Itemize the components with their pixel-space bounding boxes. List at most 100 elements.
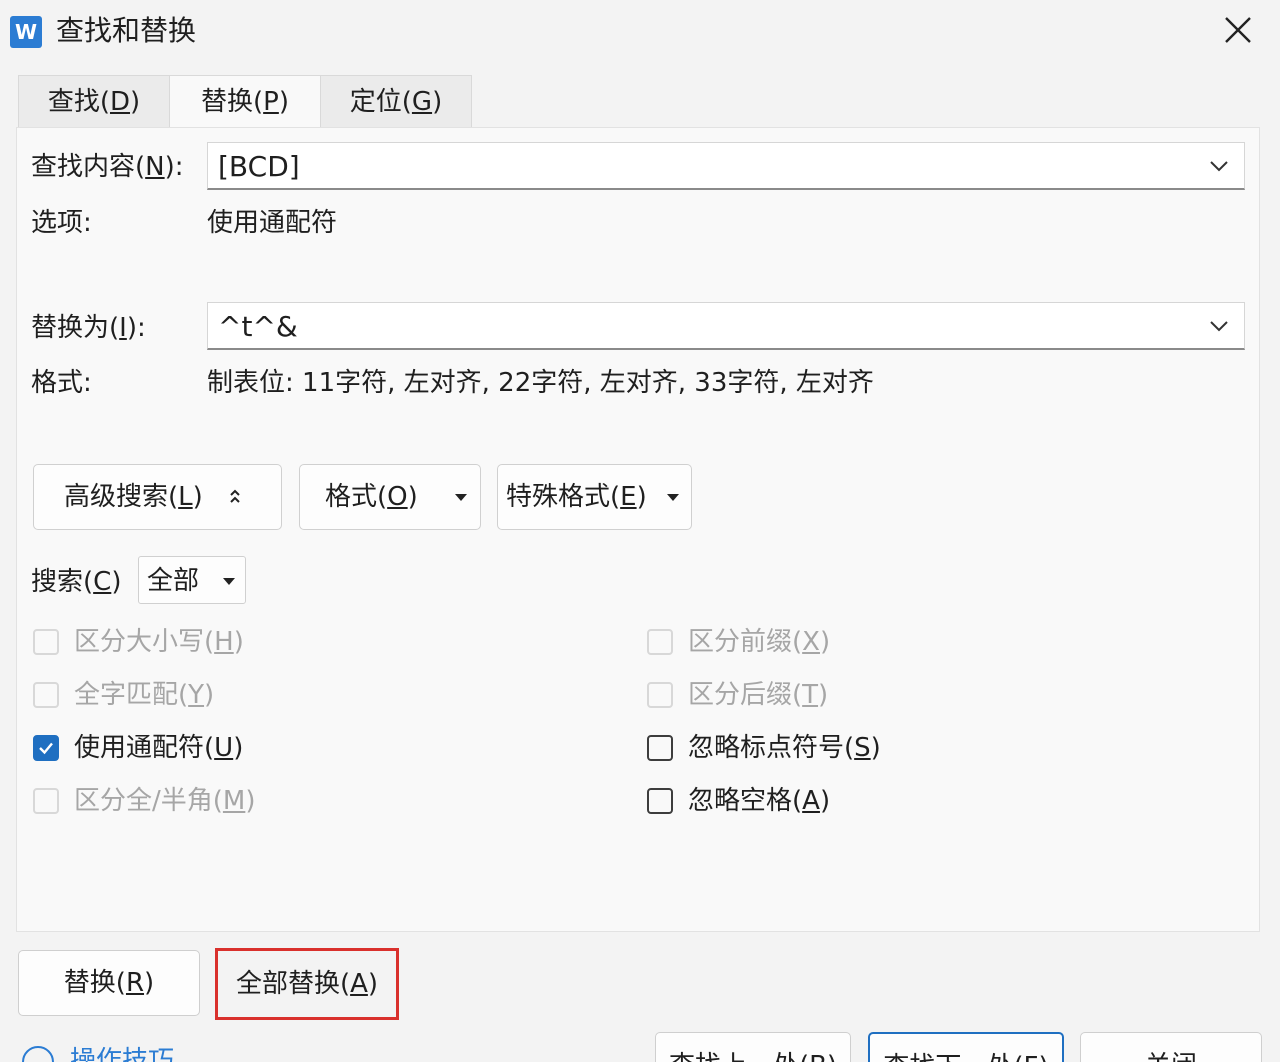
search-scope-select[interactable]: 全部 [138, 556, 246, 604]
match-case-key: H [214, 627, 234, 657]
wildcards-checkbox[interactable] [33, 735, 59, 761]
ignore-punctuation-key: S [854, 733, 871, 763]
ignore-spaces-key: A [802, 786, 820, 816]
find-label-end: ): [164, 152, 184, 182]
find-what-value: [BCD] [218, 150, 300, 183]
format-label: 格式: [31, 368, 92, 398]
caret-down-icon [455, 494, 467, 501]
match-prefix-text: 区分前缀( [688, 627, 803, 657]
wildcards-text: 使用通配符( [74, 733, 215, 763]
find-what-combobox[interactable]: [BCD] [207, 142, 1245, 190]
chevron-down-icon[interactable] [1208, 317, 1230, 335]
format-button-end: ) [407, 482, 418, 512]
collapse-arrows-icon [230, 489, 240, 503]
wildcards-end: ) [233, 733, 244, 763]
match-suffix-checkbox[interactable] [647, 682, 673, 708]
match-case-checkbox[interactable] [33, 629, 59, 655]
replace-button-end: ) [144, 968, 155, 998]
match-suffix-key: T [802, 680, 819, 710]
tab-replace[interactable]: 替换(P) [169, 75, 321, 129]
wildcards-key: U [214, 733, 234, 763]
full-half-width-end: ) [245, 786, 256, 816]
window-title: 查找和替换 [56, 14, 197, 47]
whole-word-text: 全字匹配( [74, 680, 189, 710]
full-half-width-label: 区分全/半角(M) [74, 784, 256, 818]
tips-link[interactable]: 操作技巧 [70, 1040, 174, 1062]
match-case-end: ) [233, 627, 244, 657]
match-prefix-key: X [802, 627, 820, 657]
replace-button-key: R [125, 968, 145, 998]
format-button-text: 格式( [325, 482, 388, 512]
tab-find-label: 查找( [47, 87, 110, 117]
advanced-search-label: 高级搜索(L) [64, 465, 203, 529]
match-prefix-label: 区分前缀(X) [688, 625, 830, 659]
match-prefix-end: ) [819, 627, 831, 657]
find-previous-label: 查找上一处(B) [656, 1045, 850, 1062]
replace-button[interactable]: 替换(R) [18, 950, 200, 1016]
search-label-key: C [93, 567, 112, 597]
match-case-text: 区分大小写( [74, 627, 215, 657]
full-half-width-checkbox[interactable] [33, 788, 59, 814]
full-half-width-key: M [222, 786, 246, 816]
checkmark-icon [39, 742, 53, 755]
close-button-label: 关闭 [1081, 1045, 1261, 1062]
tab-find[interactable]: 查找(D) [18, 75, 170, 128]
find-what-label: 查找内容(N): [31, 150, 184, 184]
advanced-search-key: L [178, 482, 193, 512]
tab-replace-label-end: ) [278, 87, 289, 117]
replace-panel: 查找内容(N): [BCD] 选项: 使用通配符 替换为(I): ^t^& 格式… [16, 127, 1260, 932]
advanced-search-text: 高级搜索( [64, 482, 179, 512]
tips-icon[interactable] [22, 1046, 54, 1062]
tab-goto[interactable]: 定位(G) [320, 75, 472, 128]
find-next-label: 查找下一处(F) [870, 1046, 1062, 1062]
special-format-label: 特殊格式(E) [506, 465, 647, 529]
match-suffix-label: 区分后缀(T) [688, 678, 828, 712]
match-suffix-text: 区分后缀( [688, 680, 803, 710]
ignore-punctuation-label: 忽略标点符号(S) [688, 731, 881, 765]
chevron-down-icon[interactable] [1208, 157, 1230, 175]
highlight-annotation [215, 948, 399, 1020]
replace-with-combobox[interactable]: ^t^& [207, 302, 1245, 350]
format-button[interactable]: 格式(O) [299, 464, 481, 530]
find-replace-dialog: W 查找和替换 查找(D) 替换(P) 定位(G) 查找内容(N): [BCD]… [0, 0, 1280, 1062]
find-previous-button[interactable]: 查找上一处(B) [655, 1032, 851, 1062]
find-label-text: 查找内容( [31, 152, 146, 182]
options-label: 选项: [31, 208, 92, 238]
full-half-width-text: 区分全/半角( [74, 786, 223, 816]
ignore-spaces-label: 忽略空格(A) [688, 784, 830, 818]
replace-label-key: I [119, 313, 127, 343]
ignore-spaces-checkbox[interactable] [647, 788, 673, 814]
tab-goto-label: 定位( [349, 87, 412, 117]
whole-word-key: Y [188, 680, 205, 710]
special-format-end: ) [636, 482, 647, 512]
match-case-label: 区分大小写(H) [74, 625, 244, 659]
search-scope-value: 全部 [147, 566, 200, 596]
tab-goto-label-end: ) [432, 87, 443, 117]
match-prefix-checkbox[interactable] [647, 629, 673, 655]
search-scope-label: 搜索(C) [31, 565, 121, 599]
advanced-search-end: ) [192, 482, 203, 512]
ignore-punctuation-end: ) [870, 733, 881, 763]
replace-button-text: 替换( [63, 968, 126, 998]
format-value: 制表位: 11字符, 左对齐, 22字符, 左对齐, 33字符, 左对齐 [207, 368, 874, 398]
ignore-spaces-text: 忽略空格( [688, 786, 803, 816]
close-button[interactable]: 关闭 [1080, 1032, 1262, 1062]
close-icon[interactable] [1218, 10, 1258, 50]
replace-with-label: 替换为(I): [31, 311, 146, 345]
replace-label-end: ): [126, 313, 146, 343]
whole-word-label: 全字匹配(Y) [74, 678, 214, 712]
special-format-button[interactable]: 特殊格式(E) [497, 464, 692, 530]
format-button-label: 格式(O) [325, 465, 418, 529]
advanced-search-button[interactable]: 高级搜索(L) [33, 464, 282, 530]
title-bar: W 查找和替换 [0, 0, 1280, 62]
options-value: 使用通配符 [207, 208, 338, 238]
tab-replace-label: 替换( [201, 87, 264, 117]
tab-replace-key: P [263, 87, 279, 117]
caret-down-icon [667, 494, 679, 501]
replace-label-text: 替换为( [31, 313, 120, 343]
tab-find-key: D [109, 87, 131, 117]
search-label-end: ) [111, 567, 122, 597]
whole-word-checkbox[interactable] [33, 682, 59, 708]
find-next-button[interactable]: 查找下一处(F) [868, 1032, 1064, 1062]
ignore-punctuation-checkbox[interactable] [647, 735, 673, 761]
